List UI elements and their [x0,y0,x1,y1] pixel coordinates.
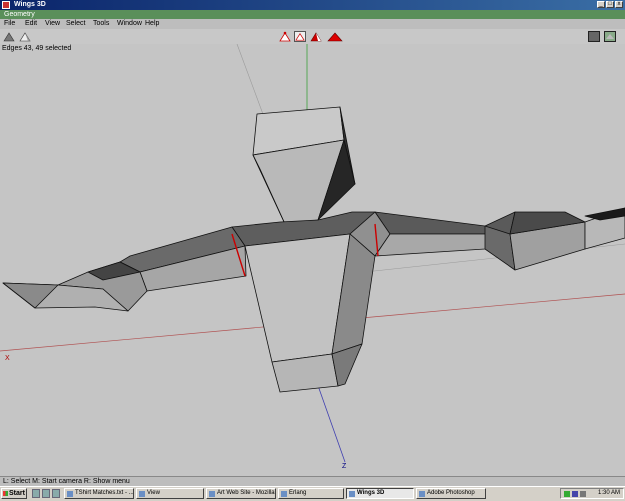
menu-tools[interactable]: Tools [93,19,109,29]
task-icon [419,491,425,497]
close-button[interactable]: x [615,1,623,8]
maximize-button[interactable]: □ [606,1,614,8]
task-icon [281,491,287,497]
task-button-tshirt[interactable]: TShirt Matches.txt - ... [64,488,134,499]
task-icon [209,491,215,497]
window-titlebar[interactable]: Wings 3D _ □ x [0,0,625,10]
task-icon [349,491,355,497]
menu-edit[interactable]: Edit [25,19,37,29]
ortho-view-icon[interactable] [588,31,600,42]
menu-select[interactable]: Select [66,19,85,29]
minimize-button[interactable]: _ [597,1,605,8]
task-button-photoshop[interactable]: Adobe Photoshop [416,488,486,499]
quicklaunch-icon[interactable] [32,489,40,498]
z-axis-label: Z [342,463,347,470]
task-icon [139,491,145,497]
task-icon [67,491,73,497]
windows-flag-icon [3,491,8,496]
smooth-preview-icon[interactable] [3,31,15,42]
tray-icon[interactable] [580,491,586,497]
windows-taskbar: Start TShirt Matches.txt - ... View Art … [0,486,625,501]
start-button[interactable]: Start [1,488,27,499]
start-label: Start [9,490,25,497]
toolbar [0,29,625,45]
menu-window[interactable]: Window [117,19,142,29]
quicklaunch-icon[interactable] [52,489,60,498]
menu-help[interactable]: Help [145,19,159,29]
x-axis-label: X [5,355,10,362]
body-select-mode-icon[interactable] [327,31,343,42]
workmode-icon[interactable] [604,31,616,42]
edge-select-mode-icon[interactable] [294,31,306,42]
viewport-canvas[interactable]: X Z [0,44,625,476]
tray-icon[interactable] [572,491,578,497]
face-select-mode-icon[interactable] [310,31,322,42]
task-button-mozilla[interactable]: Art Web Site - Mozilla [206,488,276,499]
3d-viewport[interactable]: X Z Edges 43, 49 selected [0,44,625,476]
menu-file[interactable]: File [4,19,15,29]
selection-info: Edges 43, 49 selected [2,45,72,52]
system-tray: 1:30 AM [560,488,624,499]
geometry-window-bar[interactable]: Geometry [0,10,625,19]
task-button-view[interactable]: View [136,488,204,499]
wireframe-icon[interactable] [19,31,31,42]
clock: 1:30 AM [597,490,620,496]
tray-icon[interactable] [564,491,570,497]
geometry-label: Geometry [4,11,35,18]
vertex-select-mode-icon[interactable] [279,31,291,42]
task-button-erlang[interactable]: Erlang [278,488,344,499]
wings-app-icon [2,1,10,9]
window-title: Wings 3D [14,1,46,8]
task-button-wings3d[interactable]: Wings 3D [346,488,414,499]
quicklaunch-icon[interactable] [42,489,50,498]
menu-view[interactable]: View [45,19,60,29]
mannequin-model[interactable] [2,106,625,393]
